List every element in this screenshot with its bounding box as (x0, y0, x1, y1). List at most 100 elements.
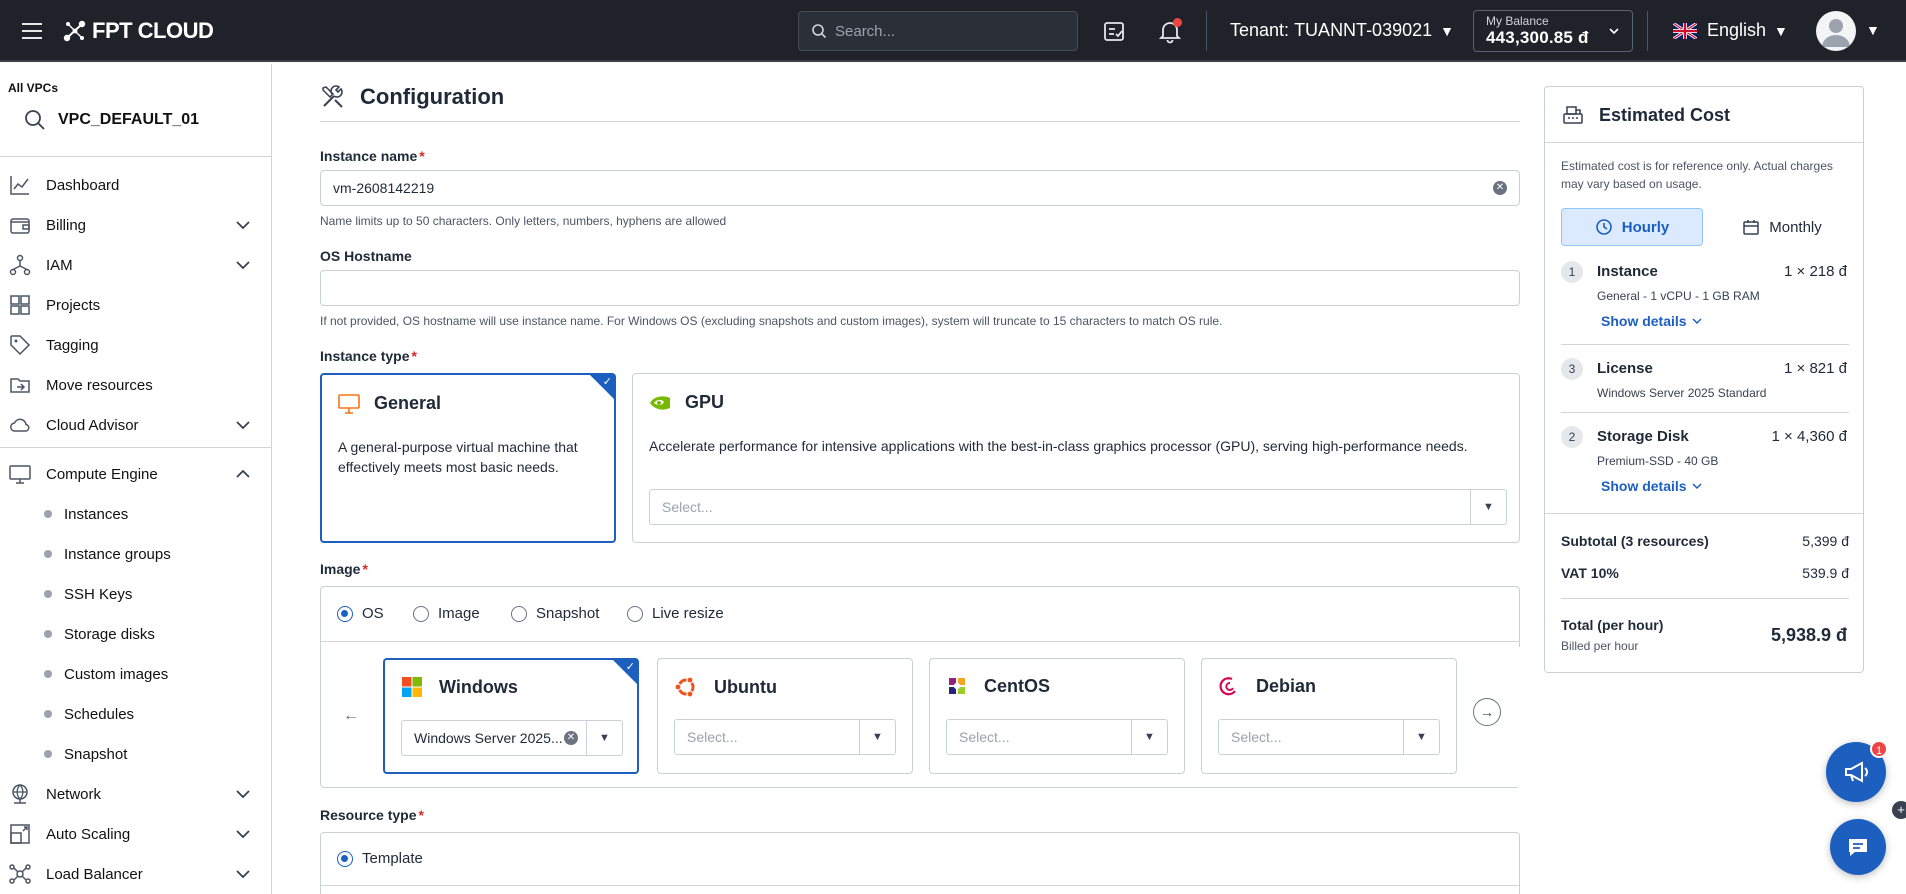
os-card-debian[interactable]: Debian Select... ▼ (1201, 658, 1457, 774)
os-hostname-field[interactable] (320, 270, 1520, 306)
nvidia-gpu-icon (650, 395, 670, 410)
hamburger-menu-icon[interactable] (20, 18, 46, 44)
global-search[interactable] (798, 11, 1078, 51)
chevron-up-icon (236, 469, 250, 478)
logo-text: FPT CLOUD (92, 18, 214, 43)
caret-down-icon: ▼ (1131, 720, 1167, 754)
chevron-down-icon (236, 421, 250, 430)
centos-version-select[interactable]: Select... ▼ (946, 719, 1168, 755)
notification-bell-icon[interactable] (1157, 18, 1183, 44)
chevron-down-icon (236, 830, 250, 839)
side-widget-plus-icon[interactable]: + (1892, 801, 1906, 819)
debian-version-select[interactable]: Select... ▼ (1218, 719, 1440, 755)
clear-select-icon[interactable]: ✕ (564, 731, 578, 745)
sidebar-subitem-instance-groups[interactable]: Instance groups (0, 534, 271, 574)
vpc-name: VPC_DEFAULT_01 (58, 111, 200, 128)
sidebar-item-billing[interactable]: Billing (0, 205, 271, 245)
language-selector[interactable]: English ▼ (1673, 20, 1788, 41)
show-details-link[interactable]: Show details (1601, 313, 1703, 329)
sidebar-item-network[interactable]: Network (0, 774, 271, 814)
radio-selected (337, 850, 353, 867)
image-tab-image[interactable]: Image (413, 605, 480, 622)
fpt-cloud-logo[interactable]: FPT CLOUD (62, 16, 214, 46)
instance-name-help: Name limits up to 50 characters. Only le… (320, 214, 727, 228)
windows-version-select[interactable]: Windows Server 2025... ✕ ▼ (401, 720, 623, 756)
sidebar-item-auto-scaling[interactable]: Auto Scaling (0, 814, 271, 854)
sidebar-subitem-instances[interactable]: Instances (0, 494, 271, 534)
balance-label: My Balance (1486, 14, 1549, 28)
sidebar-subitem-custom-images[interactable]: Custom images (0, 654, 271, 694)
os-card-ubuntu[interactable]: Ubuntu Select... ▼ (657, 658, 913, 774)
cost-item-number: 1 (1561, 261, 1583, 283)
balance-dropdown[interactable]: My Balance 443,300.85 đ (1473, 10, 1633, 52)
user-avatar[interactable] (1816, 11, 1856, 51)
task-list-icon[interactable] (1102, 18, 1128, 44)
sidebar-item-label: Move resources (46, 376, 153, 394)
carousel-next-arrow-icon[interactable]: → (1473, 698, 1501, 726)
sidebar-item-label: Auto Scaling (46, 825, 131, 843)
instance-name-input[interactable] (333, 180, 1493, 196)
image-tab-os[interactable]: OS (337, 605, 384, 622)
vpc-label: All VPCs (8, 81, 59, 95)
sidebar-item-projects[interactable]: Projects (0, 285, 271, 325)
sidebar-item-move-resources[interactable]: Move resources (0, 365, 271, 405)
calendar-icon (1743, 220, 1759, 235)
chat-button[interactable] (1830, 819, 1886, 875)
sidebar-item-dashboard[interactable]: Dashboard (0, 165, 271, 205)
selected-check-icon: ✓ (612, 659, 638, 685)
avatar-caret-icon[interactable]: ▼ (1866, 22, 1880, 38)
radio-unselected (413, 605, 429, 622)
radio-selected (337, 605, 353, 622)
cost-item-price: 1 × 821 đ (1784, 360, 1847, 377)
os-card-windows[interactable]: ✓ Windows Windows Server 2025... ✕ ▼ (383, 658, 639, 774)
os-hostname-input[interactable] (333, 280, 1507, 296)
hourly-toggle[interactable]: Hourly (1561, 208, 1703, 246)
carousel-prev-arrow-icon[interactable]: ← (343, 707, 359, 725)
topbar-divider (1647, 11, 1648, 51)
clear-input-icon[interactable]: ✕ (1493, 181, 1507, 195)
instance-type-gpu-card[interactable]: GPU Accelerate performance for intensive… (632, 373, 1520, 543)
announcement-button[interactable]: 1 (1826, 740, 1888, 802)
chevron-down-icon (236, 790, 250, 799)
sidebar-item-cloud-advisor[interactable]: Cloud Advisor (0, 405, 271, 445)
show-details-link[interactable]: Show details (1601, 478, 1703, 494)
chevron-down-icon (236, 870, 250, 879)
language-label: English (1707, 20, 1767, 40)
image-tab-live-resize[interactable]: Live resize (627, 605, 724, 622)
sidebar-subitem-schedules[interactable]: Schedules (0, 694, 271, 734)
cost-item-number: 3 (1561, 358, 1583, 380)
chevron-down-icon (1609, 28, 1619, 35)
instance-type-general-card[interactable]: ✓ General A general-purpose virtual mach… (320, 373, 616, 543)
sidebar-subitem-label: Custom images (64, 665, 169, 683)
uk-flag-icon (1673, 22, 1697, 39)
sidebar-subitem-storage-disks[interactable]: Storage disks (0, 614, 271, 654)
chevron-down-icon (236, 221, 250, 230)
caret-down-icon: ▼ (1774, 22, 1788, 39)
configuration-form: Configuration Instance name* ✕ Name limi… (272, 64, 1534, 894)
caret-down-icon: ▼ (586, 721, 622, 755)
search-input[interactable] (835, 22, 1055, 40)
panel-divider (321, 885, 1519, 886)
ubuntu-version-select[interactable]: Select... ▼ (674, 719, 896, 755)
sidebar-subitem-label: Schedules (64, 705, 135, 723)
os-card-centos[interactable]: CentOS Select... ▼ (929, 658, 1185, 774)
image-tab-snapshot[interactable]: Snapshot (511, 605, 599, 622)
monthly-toggle[interactable]: Monthly (1715, 208, 1849, 246)
select-placeholder: Select... (1231, 729, 1282, 745)
sidebar-item-tagging[interactable]: Tagging (0, 325, 271, 365)
instance-name-label: Instance name * (320, 148, 425, 164)
sidebar-item-compute-engine[interactable]: Compute Engine (0, 454, 271, 494)
sidebar-subitem-snapshot[interactable]: Snapshot (0, 734, 271, 774)
tenant-selector[interactable]: Tenant: TUANNT-039021 ▼ (1230, 20, 1454, 41)
cost-item-description: General - 1 vCPU - 1 GB RAM (1597, 289, 1760, 303)
vpc-selector[interactable]: VPC_DEFAULT_01 (24, 109, 199, 131)
select-placeholder: Select... (959, 729, 1010, 745)
sidebar-item-iam[interactable]: IAM (0, 245, 271, 285)
gpu-select[interactable]: Select... ▼ (649, 489, 1507, 525)
instance-name-field[interactable]: ✕ (320, 170, 1520, 206)
sidebar: All VPCs VPC_DEFAULT_01 Dashboard Billin… (0, 64, 272, 894)
sidebar-subitem-ssh-keys[interactable]: SSH Keys (0, 574, 271, 614)
resource-type-template[interactable]: Template (337, 850, 423, 867)
sidebar-item-load-balancer[interactable]: Load Balancer (0, 854, 271, 894)
radio-unselected (511, 605, 527, 622)
